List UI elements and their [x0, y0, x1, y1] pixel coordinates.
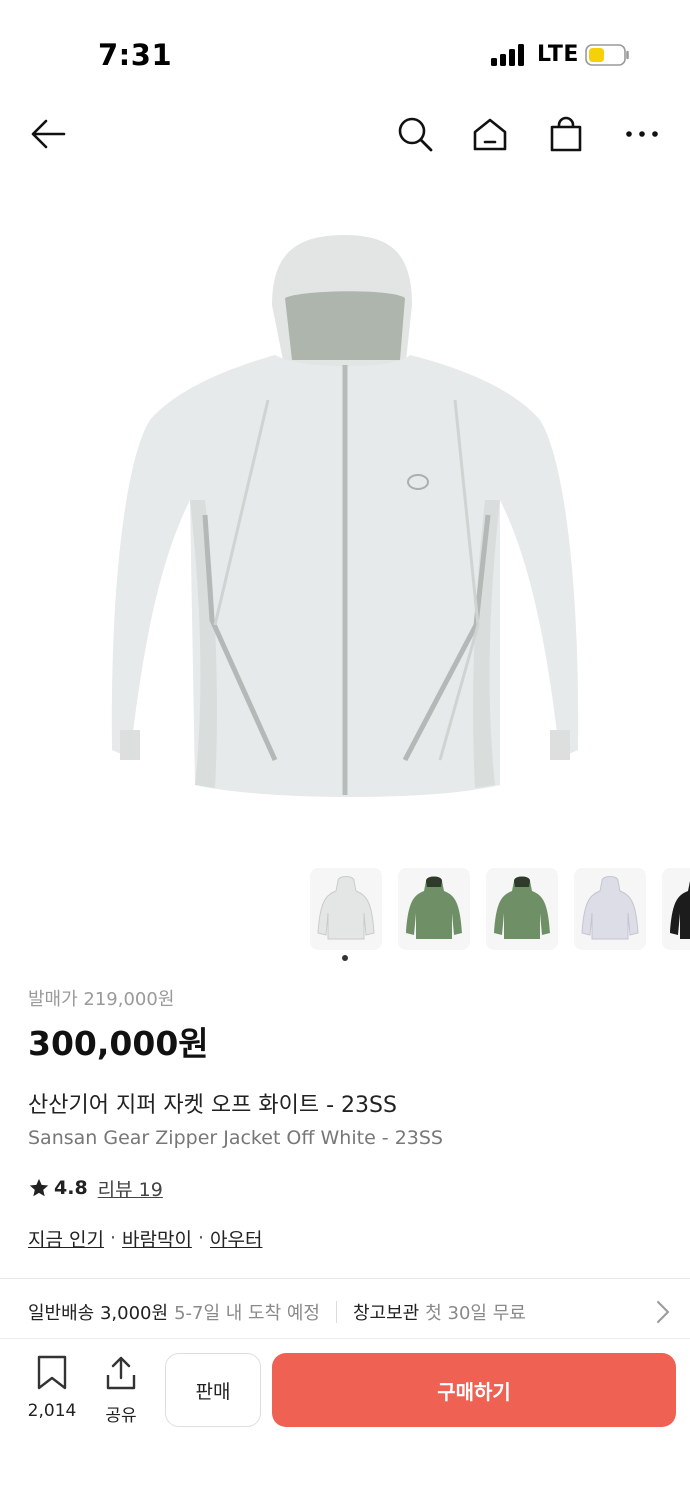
standard-shipping-eta: 5-7일 내 도착 예정: [174, 1303, 320, 1324]
signal-icon: [491, 44, 525, 66]
wishlist-count: 2,014: [27, 1401, 77, 1421]
network-label: LTE: [537, 42, 579, 67]
thumbnail-green[interactable]: [398, 868, 470, 950]
sell-button[interactable]: 판매: [165, 1353, 261, 1427]
tag-row: 지금 인기 · 바람막이 · 아우터: [28, 1223, 668, 1253]
carousel-indicator: [342, 955, 348, 961]
status-time: 7:31: [98, 38, 173, 72]
star-icon: [29, 1178, 49, 1197]
tag-outer[interactable]: 아우터: [210, 1225, 262, 1252]
status-bar: 7:31 LTE: [0, 0, 690, 110]
tag-separator: ·: [197, 1227, 204, 1249]
storage-label: 창고보관: [353, 1303, 420, 1324]
product-name-english: Sansan Gear Zipper Jacket Off White - 23…: [28, 1127, 443, 1149]
release-price: 발매가 219,000원: [28, 989, 175, 1010]
thumbnail-lavender[interactable]: [574, 868, 646, 950]
buy-button[interactable]: 구매하기: [272, 1353, 676, 1427]
bookmark-icon: [37, 1355, 67, 1390]
shipping-info[interactable]: 일반배송 3,000원 5-7일 내 도착 예정 창고보관 첫 30일 무료: [28, 1292, 678, 1332]
shopping-bag-icon[interactable]: [544, 112, 588, 156]
chevron-right-icon[interactable]: [656, 1300, 670, 1329]
shipping-separator: [336, 1301, 337, 1323]
section-divider: [0, 1278, 690, 1279]
arrow-left-icon[interactable]: [26, 112, 70, 156]
product-info: 발매가 219,000원 300,000원 산산기어 지퍼 자켓 오프 화이트 …: [28, 985, 668, 1253]
top-navigation: [0, 100, 690, 170]
product-image[interactable]: [0, 170, 690, 860]
rating-score: 4.8: [54, 1177, 88, 1199]
share-icon: [106, 1356, 136, 1390]
search-icon[interactable]: [393, 112, 437, 156]
thumbnail-black[interactable]: [662, 868, 690, 950]
battery-icon: [585, 44, 631, 66]
tag-windbreaker[interactable]: 바람막이: [122, 1225, 192, 1252]
rating-row[interactable]: 4.8 리뷰 19: [28, 1173, 668, 1203]
standard-shipping-label: 일반배송 3,000원: [28, 1303, 169, 1324]
color-thumbnails: [310, 868, 690, 956]
product-name-korean: 산산기어 지퍼 자켓 오프 화이트 - 23SS: [28, 1093, 397, 1118]
more-horizontal-icon[interactable]: [620, 112, 664, 156]
review-count-link[interactable]: 리뷰 19: [98, 1175, 163, 1202]
share-label: 공유: [105, 1406, 137, 1426]
storage-detail: 첫 30일 무료: [425, 1303, 526, 1324]
share-button[interactable]: 공유: [98, 1355, 144, 1426]
tag-separator: ·: [109, 1227, 117, 1249]
bottom-action-bar: 2,014 공유 판매 구매하기: [0, 1338, 690, 1500]
tag-popular[interactable]: 지금 인기: [28, 1225, 104, 1252]
thumbnail-green-2[interactable]: [486, 868, 558, 950]
wishlist-button[interactable]: 2,014: [22, 1355, 82, 1421]
thumbnail-off-white[interactable]: [310, 868, 382, 950]
current-price: 300,000원: [28, 1024, 209, 1063]
home-icon[interactable]: [468, 112, 512, 156]
